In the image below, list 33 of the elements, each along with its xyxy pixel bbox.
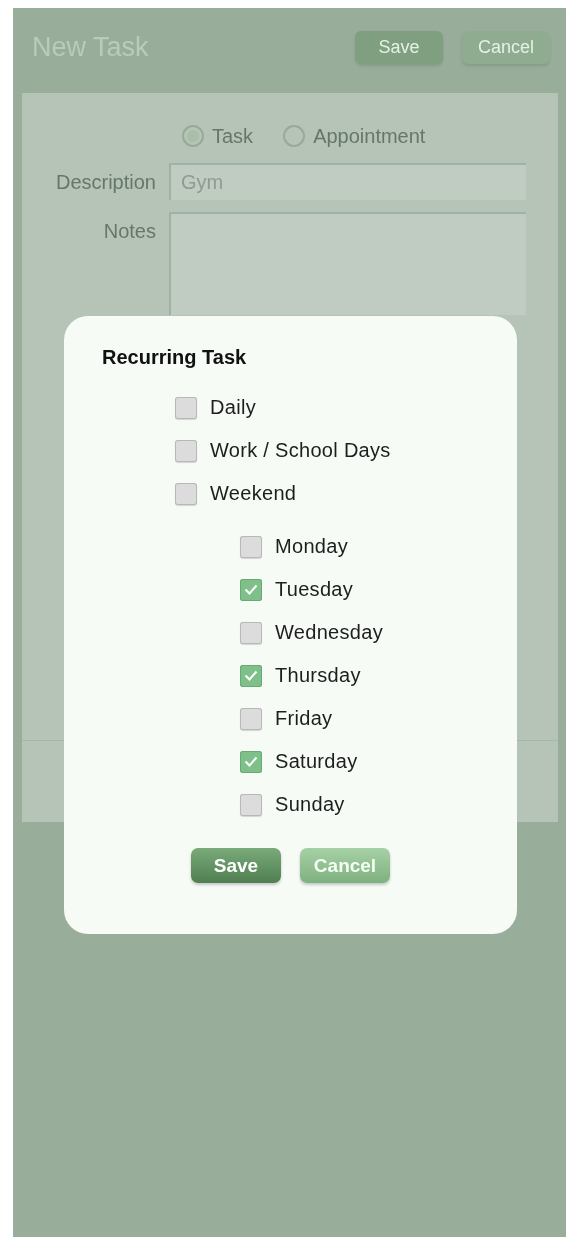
cancel-button[interactable]: Cancel — [300, 848, 390, 883]
checkbox[interactable] — [240, 707, 262, 730]
dialog-title: Recurring Task — [102, 346, 248, 369]
radio-option[interactable]: Task — [182, 124, 254, 148]
checkbox-label: Saturday — [275, 750, 358, 773]
checkbox[interactable] — [240, 621, 262, 644]
checkbox[interactable] — [240, 578, 262, 601]
save-button[interactable]: Save — [355, 31, 443, 64]
checkbox-label: Wednesday — [275, 621, 383, 644]
check-icon — [244, 670, 258, 681]
notes-field[interactable] — [169, 212, 526, 315]
checkbox-label: Weekend — [210, 482, 297, 505]
checkbox[interactable] — [240, 664, 262, 687]
checkbox-label: Tuesday — [275, 578, 354, 601]
field-label: Notes — [102, 219, 156, 244]
check-icon — [244, 756, 258, 767]
checkbox[interactable] — [175, 396, 197, 419]
cancel-button[interactable]: Cancel — [462, 31, 550, 64]
checkbox-label: Thursday — [275, 664, 361, 687]
checkbox[interactable] — [240, 793, 262, 816]
checkbox[interactable] — [240, 750, 262, 773]
checkbox-label: Daily — [210, 396, 256, 419]
checkbox[interactable] — [240, 535, 262, 558]
checkbox-label: Friday — [275, 707, 333, 730]
checkbox-label: Sunday — [275, 793, 345, 816]
checkbox-label: Work / School Days — [210, 439, 391, 462]
checkbox[interactable] — [175, 439, 197, 462]
checkbox[interactable] — [175, 482, 197, 505]
save-button[interactable]: Save — [191, 848, 281, 883]
radio-option[interactable]: Appointment — [283, 124, 426, 148]
field-label: Description — [54, 170, 156, 195]
check-icon — [244, 584, 258, 595]
checkbox-label: Monday — [275, 535, 348, 558]
